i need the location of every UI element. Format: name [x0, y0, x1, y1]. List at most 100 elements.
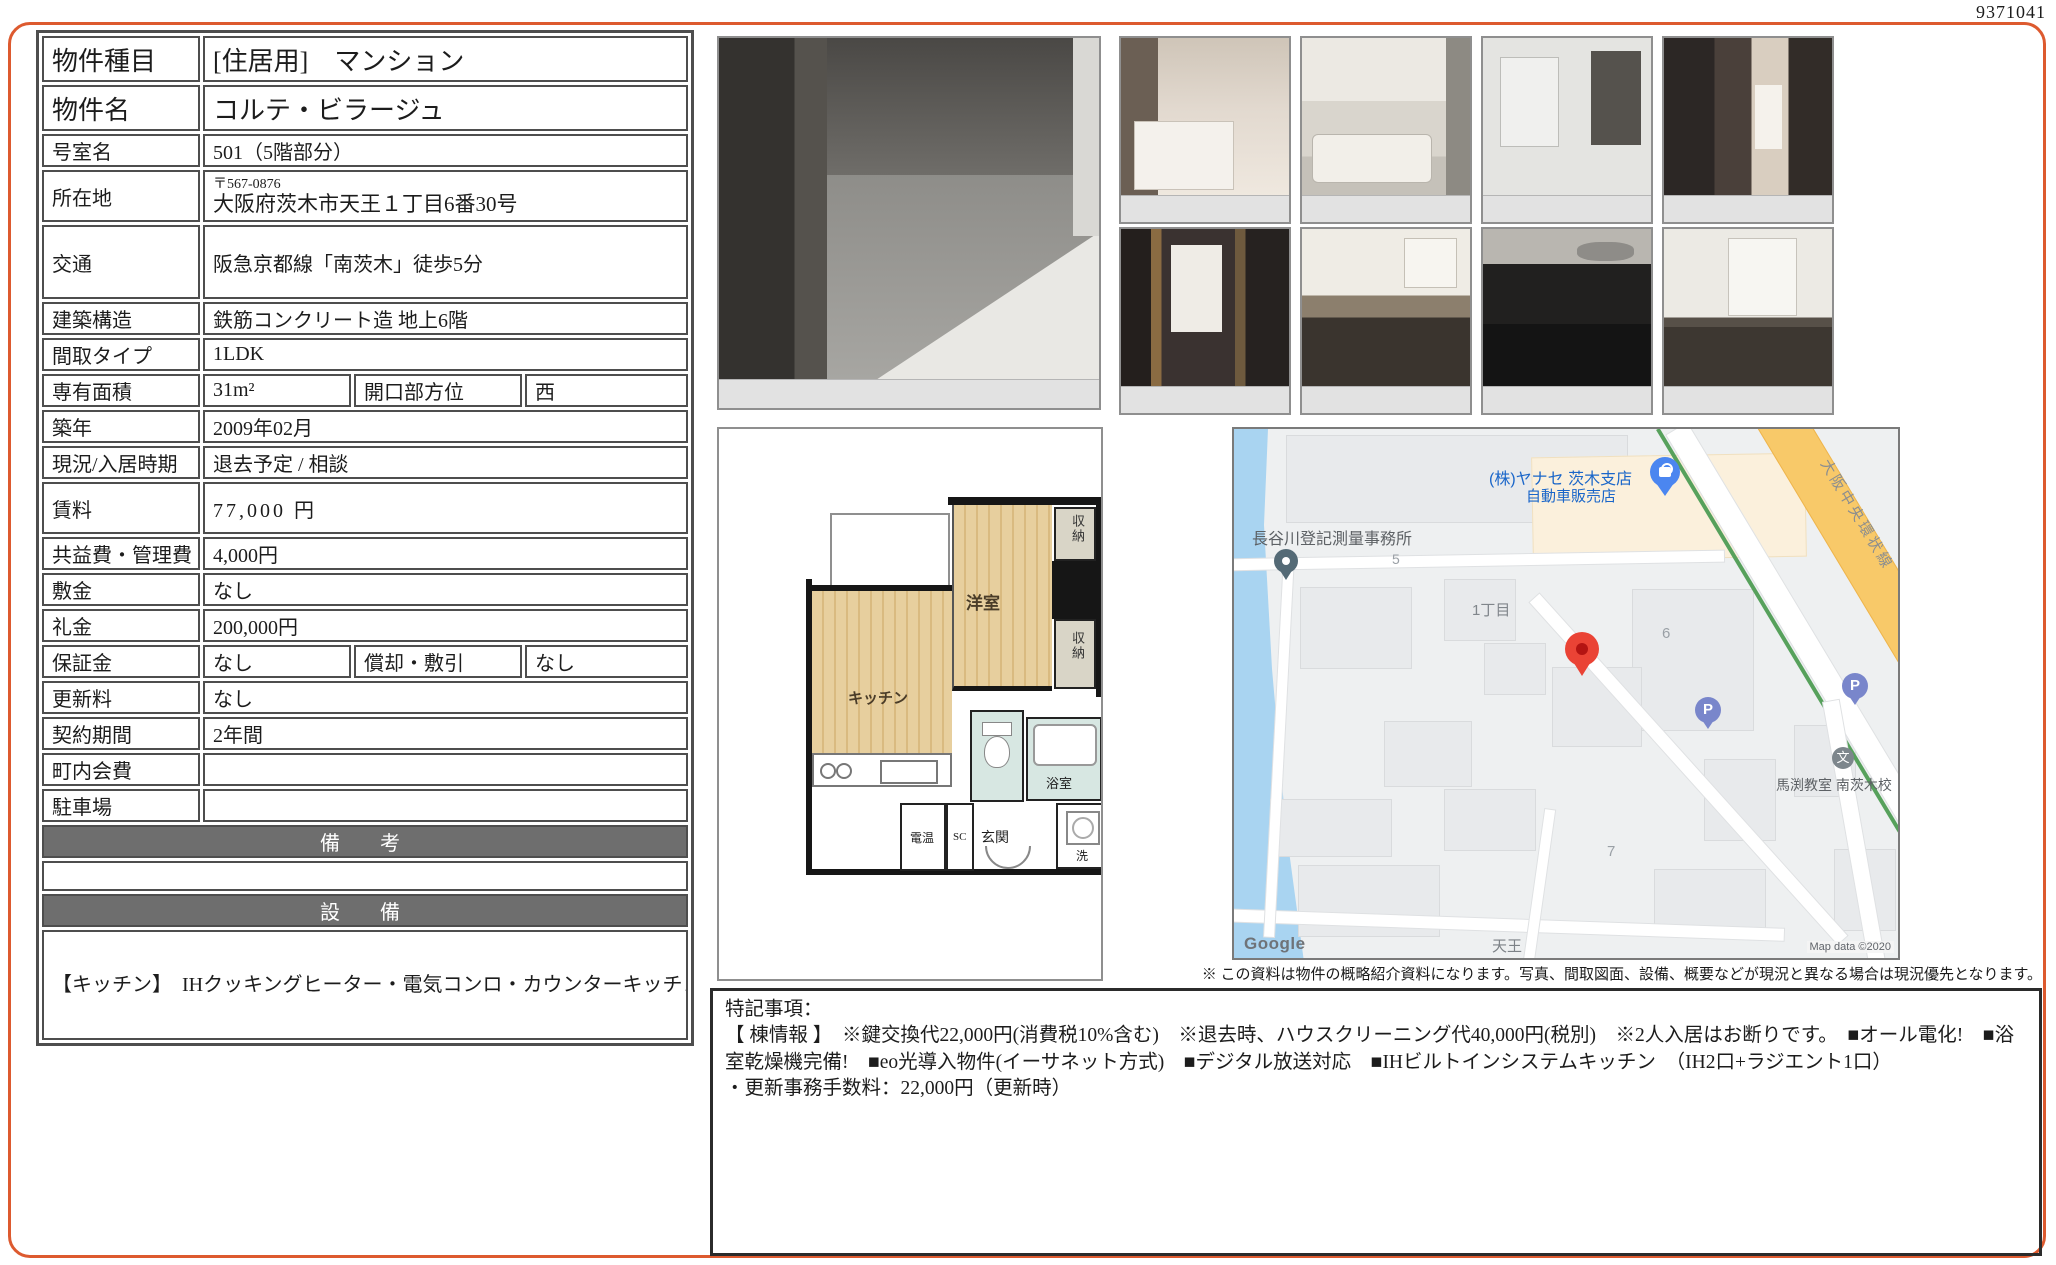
floorplan-closet-2: 収納 [1054, 619, 1096, 689]
table-row: 【キッチン】 IHクッキングヒーター・電気コンロ・カウンターキッチン 【水廻り】… [42, 930, 688, 1040]
closet-label: 収納 [1068, 514, 1087, 544]
notes-title: 特記事項： [725, 997, 2027, 1023]
floorplan-shoe-closet: SC [946, 803, 974, 871]
photo-kitchen-counter[interactable] [1481, 227, 1653, 415]
laundry-label: 洗 [1076, 847, 1088, 864]
thumbnail-caption-strip [1664, 386, 1832, 413]
photo-caption-strip [719, 379, 1099, 408]
map-chome-label: 1丁目 [1472, 599, 1510, 620]
row-label: 保証金 [42, 645, 200, 678]
photo-main-balcony[interactable] [717, 36, 1101, 410]
table-row: 共益費・管理費4,000円 [42, 537, 688, 570]
row-label: 賃料 [42, 482, 200, 534]
row-value: なし [203, 645, 351, 678]
table-row: 礼金200,000円 [42, 609, 688, 642]
remarks-empty-cell [42, 861, 688, 891]
equipment-text: 【キッチン】 IHクッキングヒーター・電気コンロ・カウンターキッチン 【水廻り】… [42, 930, 688, 1040]
row-label: 更新料 [42, 681, 200, 714]
row-value: [住居用] マンション [203, 36, 688, 82]
row-label: 交通 [42, 225, 200, 299]
table-row: 築年2009年02月 [42, 410, 688, 443]
photo-bathroom-mirror[interactable] [1481, 36, 1653, 224]
google-logo[interactable]: Google [1244, 934, 1306, 954]
entrance-label: 玄関 [981, 827, 1009, 847]
table-row: 物件名コルテ・ビラージュ [42, 85, 688, 131]
property-location-pin-icon[interactable] [1565, 632, 1599, 666]
table-row: 契約期間2年間 [42, 717, 688, 750]
photo-washroom[interactable] [1119, 36, 1291, 224]
floorplan-balcony [830, 513, 950, 589]
map-office-label[interactable]: 長谷川登記測量事務所 [1252, 525, 1412, 549]
row-label: 礼金 [42, 609, 200, 642]
map-copyright: Map data ©2020 [1807, 941, 1895, 953]
row-value: 鉄筋コンクリート造 地上6階 [203, 302, 688, 335]
shoe-closet-label: SC [953, 831, 966, 843]
table-row: 現況/入居時期退去予定 / 相談 [42, 446, 688, 479]
notes-fee: ・更新事務手数料：22,000円（更新時） [725, 1076, 2027, 1102]
shopping-pin-icon[interactable] [1650, 457, 1680, 487]
row-label: 契約期間 [42, 717, 200, 750]
row-label: 町内会費 [42, 753, 200, 786]
row-label: 築年 [42, 410, 200, 443]
thumbnail-image [1302, 229, 1470, 387]
map-school-label[interactable]: 馬渕教室 南茨木校 [1776, 775, 1892, 795]
photo-room-door[interactable] [1119, 227, 1291, 415]
table-row: 設 備 [42, 894, 688, 927]
floorplan-kitchen-counter [812, 753, 952, 787]
parking-pin-icon[interactable]: P [1695, 697, 1721, 723]
place-pin-icon[interactable] [1274, 549, 1298, 573]
row-value: なし [203, 681, 688, 714]
row-label: 専有面積 [42, 374, 200, 407]
row-label: 現況/入居時期 [42, 446, 200, 479]
floorplan-toilet [970, 710, 1024, 802]
row-value: 阪急京都線「南茨木」徒歩5分 [203, 225, 688, 299]
table-row: 賃料77,000 円 [42, 482, 688, 534]
thumbnail-caption-strip [1483, 386, 1651, 413]
table-row: 専有面積31m²開口部方位西 [42, 374, 688, 407]
thumbnail-caption-strip [1121, 195, 1289, 222]
table-row [42, 861, 688, 891]
table-row: 所在地〒567-0876大阪府茨木市天王１丁目6番30号 [42, 170, 688, 222]
thumbnail-caption-strip [1302, 195, 1470, 222]
school-icon[interactable]: 文 [1832, 747, 1854, 769]
floorplan-laundry: 洗 [1056, 803, 1103, 869]
table-row: 物件種目[住居用] マンション [42, 36, 688, 82]
floorplan-water-heater: 電温 [900, 803, 946, 871]
map-panel[interactable]: (株)ヤナセ 茨木支店 自動車販売店 長谷川登記測量事務所 5 1丁目 6 P … [1232, 427, 1900, 960]
balcony-photo-image [719, 38, 1099, 380]
photo-living-window[interactable] [1662, 227, 1834, 415]
thumbnail-caption-strip [1664, 195, 1832, 222]
section-banner: 設 備 [42, 894, 688, 927]
notes-body: 【 棟情報 】 ※鍵交換代22,000円(消費税10%含む) ※退去時、ハウスク… [725, 1023, 2027, 1076]
thumbnail-image [1664, 38, 1832, 196]
bedroom-label: 洋室 [966, 589, 1000, 614]
row-label: 建築構造 [42, 302, 200, 335]
row-label: 物件名 [42, 85, 200, 131]
floorplan-panel: 洋室 収納 収納 キッチン 電温 SC 玄関 浴室 洗 [717, 427, 1103, 981]
row-label: 開口部方位 [354, 374, 522, 407]
map-district-label: 天王 [1492, 935, 1522, 956]
map-business-sublabel: 自動車販売店 [1526, 485, 1616, 506]
thumbnail-image [1483, 38, 1651, 196]
parking-pin-icon[interactable]: P [1842, 673, 1868, 699]
map-block-number: 5 [1392, 551, 1400, 567]
table-row: 敷金なし [42, 573, 688, 606]
table-row: 保証金なし償却・敷引なし [42, 645, 688, 678]
row-value: 31m² [203, 374, 351, 407]
property-table: 物件種目[住居用] マンション物件名コルテ・ビラージュ号室名501（5階部分）所… [36, 30, 694, 1046]
thumbnail-image [1483, 229, 1651, 387]
thumbnail-caption-strip [1483, 195, 1651, 222]
row-value: 4,000円 [203, 537, 688, 570]
photo-bathroom[interactable] [1300, 36, 1472, 224]
photo-hallway-vanity[interactable] [1662, 36, 1834, 224]
kitchen-label: キッチン [848, 687, 908, 708]
row-value: 2年間 [203, 717, 688, 750]
table-row: 備 考 [42, 825, 688, 858]
photo-kitchen-window[interactable] [1300, 227, 1472, 415]
row-label: 号室名 [42, 134, 200, 167]
special-notes-box: 特記事項： 【 棟情報 】 ※鍵交換代22,000円(消費税10%含む) ※退去… [710, 988, 2042, 1256]
thumbnail-image [1664, 229, 1832, 387]
table-row: 交通阪急京都線「南茨木」徒歩5分 [42, 225, 688, 299]
thumbnail-image [1121, 229, 1289, 387]
row-value: 2009年02月 [203, 410, 688, 443]
